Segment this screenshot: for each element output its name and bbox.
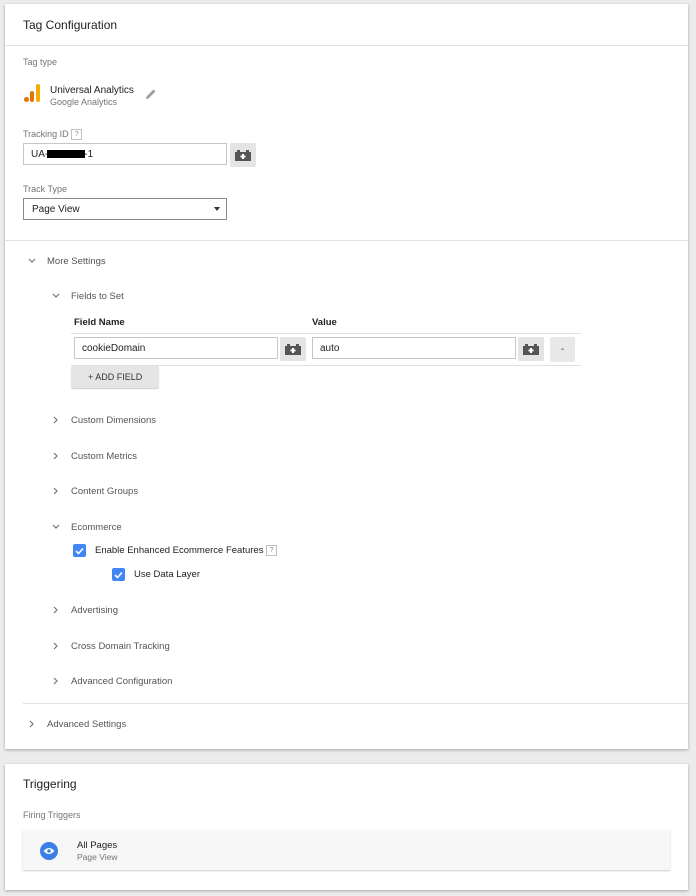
use-data-layer-checkbox[interactable]	[112, 568, 125, 581]
google-analytics-logo-icon	[24, 84, 40, 102]
enable-ecommerce-label: Enable Enhanced Ecommerce Features ?	[95, 545, 278, 556]
divider	[5, 240, 688, 241]
custom-dimensions-toggle[interactable]: Custom Dimensions	[71, 415, 156, 426]
content-groups-toggle[interactable]: Content Groups	[71, 486, 138, 497]
chevron-right-icon[interactable]	[51, 641, 61, 651]
redacted-text	[47, 150, 86, 159]
help-icon[interactable]: ?	[266, 545, 278, 556]
field-name-header: Field Name	[74, 317, 125, 328]
divider	[23, 703, 688, 704]
variable-brick-icon	[523, 343, 539, 355]
card-title: Triggering	[23, 777, 77, 791]
remove-field-button[interactable]: -	[550, 337, 575, 362]
variable-picker-button[interactable]	[518, 337, 544, 361]
variable-picker-button[interactable]	[230, 143, 256, 167]
chevron-down-icon[interactable]	[51, 522, 61, 532]
chevron-right-icon[interactable]	[51, 451, 61, 461]
variable-brick-icon	[235, 149, 251, 161]
chevron-right-icon[interactable]	[51, 415, 61, 425]
more-settings-toggle[interactable]: More Settings	[47, 256, 106, 267]
chevron-down-icon	[214, 207, 220, 211]
chevron-down-icon[interactable]	[27, 256, 37, 266]
custom-metrics-toggle[interactable]: Custom Metrics	[71, 451, 137, 462]
tag-type-label: Tag type	[23, 57, 58, 67]
ecommerce-toggle[interactable]: Ecommerce	[71, 522, 122, 533]
trigger-row[interactable]: All Pages Page View	[23, 830, 670, 870]
field-value-input[interactable]: auto	[312, 337, 516, 359]
field-name-input[interactable]: cookieDomain	[74, 337, 278, 359]
track-type-label: Track Type	[23, 184, 68, 194]
chevron-right-icon[interactable]	[51, 676, 61, 686]
chevron-right-icon[interactable]	[27, 719, 37, 729]
checkmark-icon	[114, 571, 123, 579]
use-data-layer-label: Use Data Layer	[134, 569, 201, 580]
divider	[5, 45, 688, 46]
advanced-configuration-toggle[interactable]: Advanced Configuration	[71, 676, 172, 687]
eye-icon	[40, 842, 58, 860]
cross-domain-toggle[interactable]: Cross Domain Tracking	[71, 641, 170, 652]
tag-type-vendor: Google Analytics	[50, 97, 118, 107]
firing-triggers-label: Firing Triggers	[23, 810, 81, 820]
variable-brick-icon	[285, 343, 301, 355]
trigger-type: Page View	[77, 852, 118, 862]
pencil-icon[interactable]	[145, 88, 157, 100]
add-field-button[interactable]: + ADD FIELD	[71, 366, 160, 388]
card-title: Tag Configuration	[23, 18, 118, 32]
chevron-right-icon[interactable]	[51, 605, 61, 615]
chevron-right-icon[interactable]	[51, 486, 61, 496]
divider	[71, 333, 581, 334]
trigger-name: All Pages	[77, 840, 118, 851]
variable-picker-button[interactable]	[280, 337, 306, 361]
advertising-toggle[interactable]: Advertising	[71, 605, 118, 616]
chevron-down-icon[interactable]	[51, 291, 61, 301]
help-icon[interactable]: ?	[71, 129, 83, 141]
tracking-id-label: Tracking ID ?	[23, 129, 83, 141]
tracking-id-input[interactable]: UA- -1	[23, 143, 227, 165]
fields-to-set-toggle[interactable]: Fields to Set	[71, 291, 124, 302]
tag-configuration-card: Tag Configuration Tag type Universal Ana…	[5, 4, 688, 749]
checkmark-icon	[75, 547, 84, 555]
enable-ecommerce-checkbox[interactable]	[73, 544, 86, 557]
triggering-card: Triggering Firing Triggers All Pages Pag…	[5, 764, 688, 890]
tag-type-name[interactable]: Universal Analytics	[50, 85, 134, 96]
track-type-select[interactable]: Page View	[23, 198, 227, 220]
advanced-settings-toggle[interactable]: Advanced Settings	[47, 719, 126, 730]
value-header: Value	[312, 317, 337, 328]
